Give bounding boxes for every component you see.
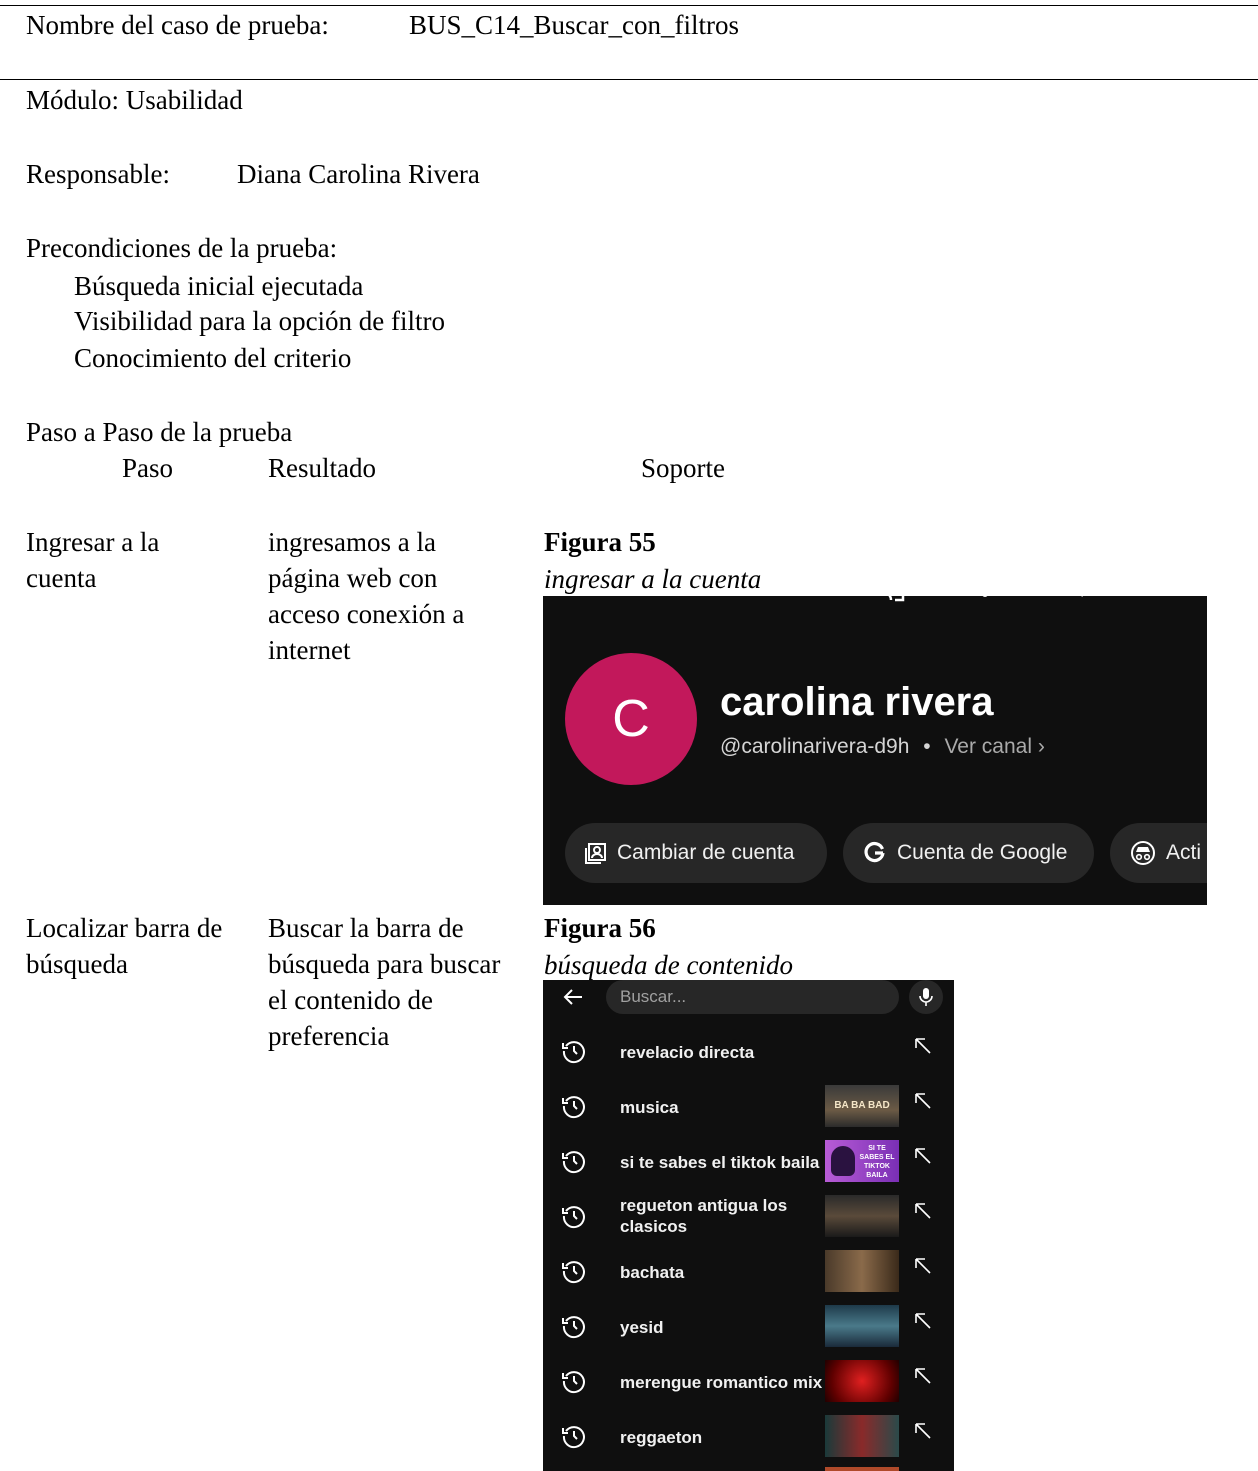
steps-title: Paso a Paso de la prueba [26,417,293,447]
fill-query-arrow-icon[interactable] [914,1037,932,1055]
search-suggestion-row[interactable]: revelacio directa [543,1024,954,1079]
incognito-button[interactable]: Acti [1110,823,1207,883]
view-channel-link[interactable]: Ver canal [944,735,1032,758]
search-suggestion-row[interactable]: regueton antigua los clasicos [543,1189,954,1244]
fill-query-arrow-icon[interactable] [914,1257,932,1275]
suggestion-text: bachata [620,1263,685,1282]
suggestion-text: merengue romantico mix [620,1373,823,1392]
fill-query-arrow-icon[interactable] [914,1092,932,1110]
figure-label: Figura 56 [544,913,656,943]
chip-label: Cambiar de cuenta [617,841,795,864]
test-case-name-value: BUS_C14_Buscar_con_filtros [409,10,739,40]
fill-query-arrow-icon[interactable] [914,1422,932,1440]
video-thumbnail [825,1360,899,1402]
separator-dot: • [923,735,931,758]
incognito-icon [1131,841,1155,865]
suggestion-text: revelacio directa [620,1043,755,1062]
figure-caption: búsqueda de contenido [544,950,793,980]
history-icon [562,1041,585,1064]
google-icon [864,841,885,863]
column-header-step: Paso [122,453,174,483]
video-thumbnail [825,1250,899,1292]
cast-icon [888,596,905,602]
precondition-item: Conocimiento del criterio [74,343,352,373]
chip-label: Acti [1166,841,1202,864]
responsible-value: Diana Carolina Rivera [237,159,480,189]
google-account-button[interactable]: Cuenta de Google [843,823,1094,883]
search-suggestion-row[interactable]: musica BA BA BAD [543,1079,954,1134]
video-thumbnail [825,1195,899,1237]
history-icon [562,1316,585,1339]
fill-query-arrow-icon[interactable] [914,1367,932,1385]
step-result: Buscar la barra de búsqueda para buscar … [268,913,501,1051]
search-icon [1081,596,1083,597]
suggestion-text: regueton antigua los clasicos [620,1196,788,1236]
fill-query-arrow-icon[interactable] [914,1312,932,1330]
video-thumbnail: SI TE SABES EL TIKTOK BAILA [825,1140,899,1182]
next-thumbnail-peek [825,1467,899,1471]
history-icon [562,1206,585,1229]
history-icon [562,1151,585,1174]
preconditions-title: Precondiciones de la prueba: [26,233,338,263]
history-icon [562,1426,585,1449]
fill-query-arrow-icon[interactable] [914,1202,932,1220]
search-suggestion-row[interactable]: reggaeton [543,1409,954,1464]
character-shape [831,1146,855,1176]
account-handle-line: @carolinarivera-d9h • Ver canal › [720,735,1045,759]
thumbnail-text: SI TE SABES EL TIKTOK BAILA [859,1145,895,1179]
suggestion-text: musica [620,1098,679,1117]
precondition-item: Búsqueda inicial ejecutada [74,271,364,301]
video-thumbnail [825,1415,899,1457]
column-header-support: Soporte [641,453,725,483]
figure-label: Figura 55 [544,527,656,557]
figure-caption: ingresar a la cuenta [544,564,762,594]
suggestion-text: reggaeton [620,1428,703,1447]
account-name: carolina rivera [720,680,994,724]
settings-icon [1148,596,1176,604]
account-handle: @carolinarivera-d9h [720,735,910,758]
module-line: Módulo: Usabilidad [26,85,243,115]
fill-query-arrow-icon[interactable] [914,1147,932,1165]
responsible-label: Responsable: [26,159,170,189]
back-arrow-icon[interactable] [561,985,585,1009]
search-suggestion-row[interactable]: si te sabes el tiktok baila SI TE SABES … [543,1134,954,1189]
search-screenshot: Buscar... revelacio directa musica BA BA… [543,980,954,1471]
history-icon [562,1371,585,1394]
video-thumbnail: BA BA BAD [825,1085,899,1127]
suggestion-text: yesid [620,1318,664,1337]
precondition-item: Visibilidad para la opción de filtro [74,306,446,336]
top-rule [0,5,1258,6]
header-rule [0,79,1258,80]
column-header-result: Resultado [268,453,376,483]
microphone-button[interactable] [909,980,943,1014]
microphone-icon [919,988,933,1006]
search-suggestion-row[interactable]: merengue romantico mix [543,1354,954,1409]
step-description: Ingresar a la cuenta [26,527,160,593]
chevron-right-icon: › [1037,735,1045,758]
suggestion-text: si te sabes el tiktok baila [620,1153,820,1172]
search-suggestion-row[interactable]: yesid [543,1299,954,1354]
test-case-name-label: Nombre del caso de prueba: [26,10,329,40]
avatar[interactable]: C [565,653,697,785]
history-icon [562,1261,585,1284]
switch-account-button[interactable]: Cambiar de cuenta [565,823,827,883]
switch-account-icon [585,843,606,864]
step-result: ingresamos a la página web con acceso co… [268,527,465,665]
search-input[interactable]: Buscar... [606,980,899,1014]
search-suggestion-row[interactable]: bachata [543,1244,954,1299]
chip-label: Cuenta de Google [897,841,1068,864]
video-thumbnail [825,1305,899,1347]
thumbnail-text: BA BA BAD [834,1100,890,1111]
account-screenshot: C carolina rivera @carolinarivera-d9h • … [543,596,1207,905]
step-description: Localizar barra de búsqueda [26,913,223,979]
bell-icon [982,596,988,597]
history-icon [562,1096,585,1119]
